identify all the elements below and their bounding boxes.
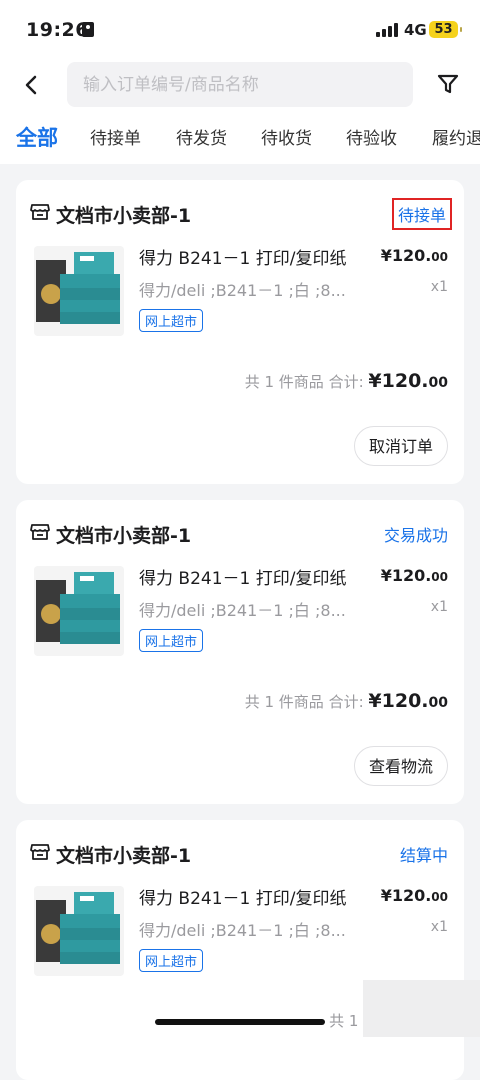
order-status: 待接单 xyxy=(391,198,452,230)
store-icon xyxy=(30,523,50,541)
order-card[interactable]: 文档市小卖部-1 结算中 得力 B241－1 打印/复印纸 ¥120.00 得力… xyxy=(16,820,464,1080)
top-bar xyxy=(0,58,480,114)
product-image[interactable] xyxy=(34,886,124,976)
total-cents: 00 xyxy=(428,695,448,711)
price-cents: 00 xyxy=(431,890,448,904)
product-spec: 得力/deli ;B241－1 ;白 ;8... xyxy=(139,281,346,300)
store-icon xyxy=(30,843,50,861)
tab-pending-inspect[interactable]: 待验收 xyxy=(346,124,397,149)
order-card[interactable]: 文档市小卖部-1 待接单 得力 B241－1 打印/复印纸 ¥120.00 得力… xyxy=(16,180,464,484)
order-status: 结算中 xyxy=(399,846,448,865)
product-title[interactable]: 得力 B241－1 打印/复印纸 xyxy=(139,564,346,589)
total-cents: 00 xyxy=(428,375,448,391)
order-status: 交易成功 xyxy=(383,526,448,545)
search-box[interactable] xyxy=(67,62,413,107)
price-main: ¥120. xyxy=(380,566,432,585)
battery-indicator: 53 xyxy=(429,21,462,38)
product-image[interactable] xyxy=(34,246,124,336)
store-icon xyxy=(30,203,50,221)
product-price: ¥120.00 xyxy=(381,886,448,905)
price-main: ¥120. xyxy=(380,886,432,905)
tab-all[interactable]: 全部 xyxy=(16,122,58,152)
product-price: ¥120.00 xyxy=(381,246,448,265)
product-spec: 得力/deli ;B241－1 ;白 ;8... xyxy=(139,921,346,940)
channel-tag: 网上超市 xyxy=(139,949,204,972)
product-price: ¥120.00 xyxy=(381,566,448,585)
view-logistics-button[interactable]: 查看物流 xyxy=(353,746,448,786)
lock-icon xyxy=(82,22,94,37)
product-title[interactable]: 得力 B241－1 打印/复印纸 xyxy=(139,884,346,909)
order-tabs: 全部 待接单 待发货 待收货 待验收 履约退 xyxy=(0,114,480,164)
channel-tag: 网上超市 xyxy=(139,309,204,332)
product-quantity: x1 xyxy=(430,919,448,935)
tab-pending-receive[interactable]: 待收货 xyxy=(261,124,312,149)
product-image[interactable] xyxy=(34,566,124,656)
network-label: 4G xyxy=(404,21,427,39)
search-input[interactable] xyxy=(67,62,403,107)
channel-tag: 网上超市 xyxy=(139,629,204,652)
total-main: ¥120. xyxy=(368,370,429,392)
shop-name: 文档市小卖部-1 xyxy=(56,845,192,867)
price-main: ¥120. xyxy=(380,246,432,265)
product-quantity: x1 xyxy=(430,599,448,615)
order-total: 共 1 件商品 合计: ¥120.00 xyxy=(245,690,448,712)
back-icon[interactable] xyxy=(20,73,44,97)
overlay-artifact xyxy=(363,980,480,1037)
status-time: 19:26 xyxy=(26,19,89,41)
cancel-order-button[interactable]: 取消订单 xyxy=(353,426,448,466)
total-summary: 共 1 件商品 合计: xyxy=(244,693,364,711)
product-title[interactable]: 得力 B241－1 打印/复印纸 xyxy=(139,244,346,269)
order-total: 共 1 件商品 合计: ¥120.00 xyxy=(245,370,448,392)
price-cents: 00 xyxy=(431,570,448,584)
price-cents: 00 xyxy=(431,250,448,264)
tab-pending-accept[interactable]: 待接单 xyxy=(90,124,141,149)
tab-fulfillment-return[interactable]: 履约退 xyxy=(432,124,480,149)
shop-name: 文档市小卖部-1 xyxy=(56,525,192,547)
product-quantity: x1 xyxy=(430,279,448,295)
status-bar: 19:26 4G 53 xyxy=(0,0,480,58)
total-summary: 共 1 件商品 合计: xyxy=(244,373,364,391)
order-card[interactable]: 文档市小卖部-1 交易成功 得力 B241－1 打印/复印纸 ¥120.00 得… xyxy=(16,500,464,804)
shop-name: 文档市小卖部-1 xyxy=(56,205,192,227)
product-spec: 得力/deli ;B241－1 ;白 ;8... xyxy=(139,601,346,620)
total-main: ¥120. xyxy=(368,690,429,712)
tab-pending-ship[interactable]: 待发货 xyxy=(176,124,227,149)
filter-icon[interactable] xyxy=(436,72,460,96)
signal-icon xyxy=(376,22,400,37)
home-indicator[interactable] xyxy=(155,1019,325,1025)
